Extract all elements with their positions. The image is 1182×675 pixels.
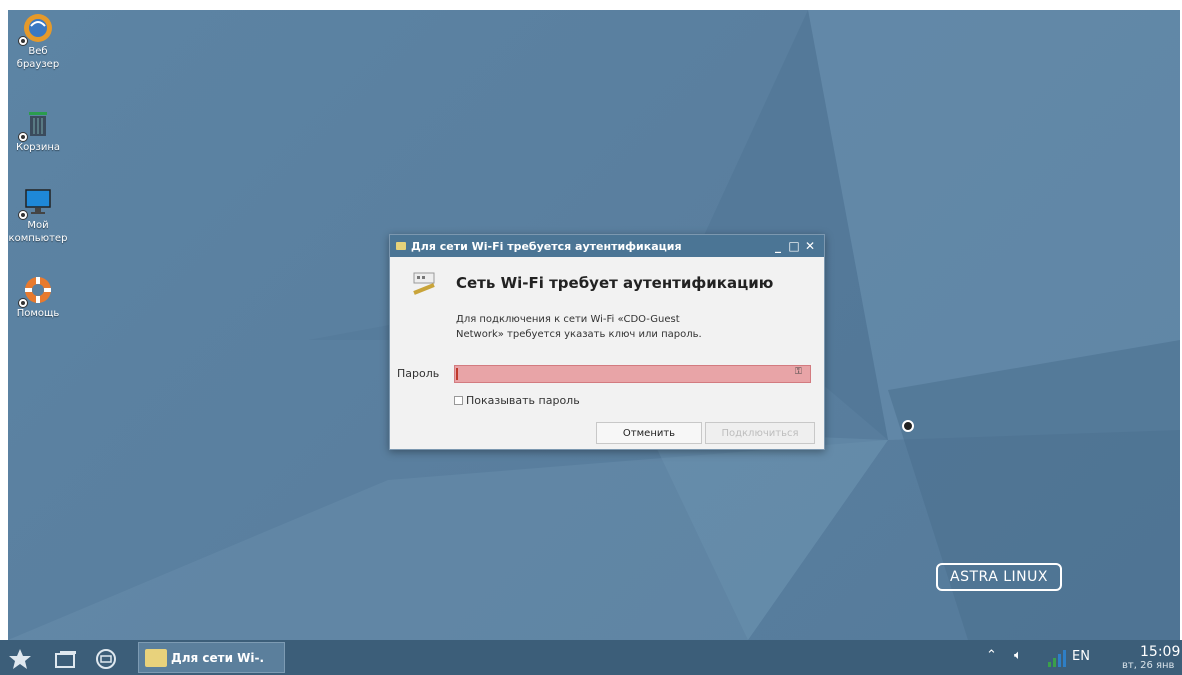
web-browser-icon (18, 12, 54, 46)
maximize-button[interactable]: □ (786, 239, 802, 253)
close-button[interactable]: ✕ (802, 239, 818, 253)
clock-date[interactable]: вт, 26 янв (1122, 660, 1174, 671)
show-windows-icon[interactable] (54, 649, 78, 673)
desktop-icon-trash[interactable]: Корзина (8, 108, 70, 154)
dialog-title: Для сети Wi-Fi требуется аутентификация (411, 239, 682, 253)
connect-button[interactable]: Подключиться (705, 422, 815, 444)
computer-icon (18, 186, 54, 220)
logo-text: ASTRA LINUX (950, 569, 1048, 585)
cancel-button[interactable]: Отменить (596, 422, 702, 444)
desktop-icon-help[interactable]: Помощь (8, 274, 70, 320)
show-password-checkbox[interactable]: Показывать пароль (454, 394, 580, 407)
desktop-icon-label: Мой (27, 220, 49, 231)
trash-icon (18, 108, 54, 142)
text-cursor (456, 368, 458, 380)
taskbar-item-label: Для сети Wi-. (171, 650, 265, 665)
wifi-dialog-icon (396, 242, 406, 250)
description-line: Для подключения к сети Wi-Fi «CDO-Guest (456, 314, 680, 325)
tray-expand-icon[interactable]: ⌃ (986, 648, 997, 663)
start-menu-star-icon[interactable] (8, 648, 32, 674)
desktop-icon-my-computer[interactable]: Мой компьютер (8, 186, 70, 245)
help-icon (18, 274, 54, 308)
key-icon[interactable]: ⚿ (795, 367, 802, 377)
wifi-dialog-icon (145, 648, 167, 667)
wifi-auth-icon (410, 271, 438, 297)
dialog-description: Для подключения к сети Wi-Fi «CDO-Guest … (456, 312, 786, 342)
astra-linux-logo: ASTRA LINUX (936, 563, 1062, 591)
minimize-button[interactable]: _ (770, 239, 786, 253)
desktop-icon-label: браузер (16, 59, 60, 70)
desktop-icon-label: Помощь (16, 308, 60, 319)
show-password-label: Показывать пароль (466, 394, 580, 407)
desktop-icon-web-browser[interactable]: Веб браузер (8, 12, 70, 71)
dialog-heading: Сеть Wi-Fi требует аутентификацию (456, 274, 774, 292)
clock-time[interactable]: 15:09 (1140, 644, 1180, 660)
desktop-icon-label: Веб (28, 46, 48, 57)
wifi-auth-dialog: Для сети Wi-Fi требуется аутентификация … (389, 234, 825, 450)
network-signal-icon[interactable] (1046, 648, 1068, 672)
taskbar: Для сети Wi-. ⌃ 🔈︎ EN (0, 640, 1182, 675)
description-line: Network» требуется указать ключ или паро… (456, 329, 702, 340)
keyboard-layout-indicator[interactable]: EN (1072, 649, 1090, 664)
mouse-cursor-icon (902, 420, 914, 432)
taskbar-item-wifi-dialog[interactable]: Для сети Wi-. (138, 642, 285, 673)
desktop-icon-label: Корзина (15, 142, 61, 153)
password-label: Пароль (397, 367, 440, 380)
password-input[interactable] (454, 365, 811, 383)
drive-icon[interactable] (94, 648, 118, 674)
checkbox-box[interactable] (454, 396, 463, 405)
dialog-titlebar[interactable]: Для сети Wi-Fi требуется аутентификация … (390, 235, 824, 257)
volume-icon[interactable]: 🔈︎ (1014, 648, 1022, 663)
desktop-icon-label: компьютер (8, 233, 68, 244)
